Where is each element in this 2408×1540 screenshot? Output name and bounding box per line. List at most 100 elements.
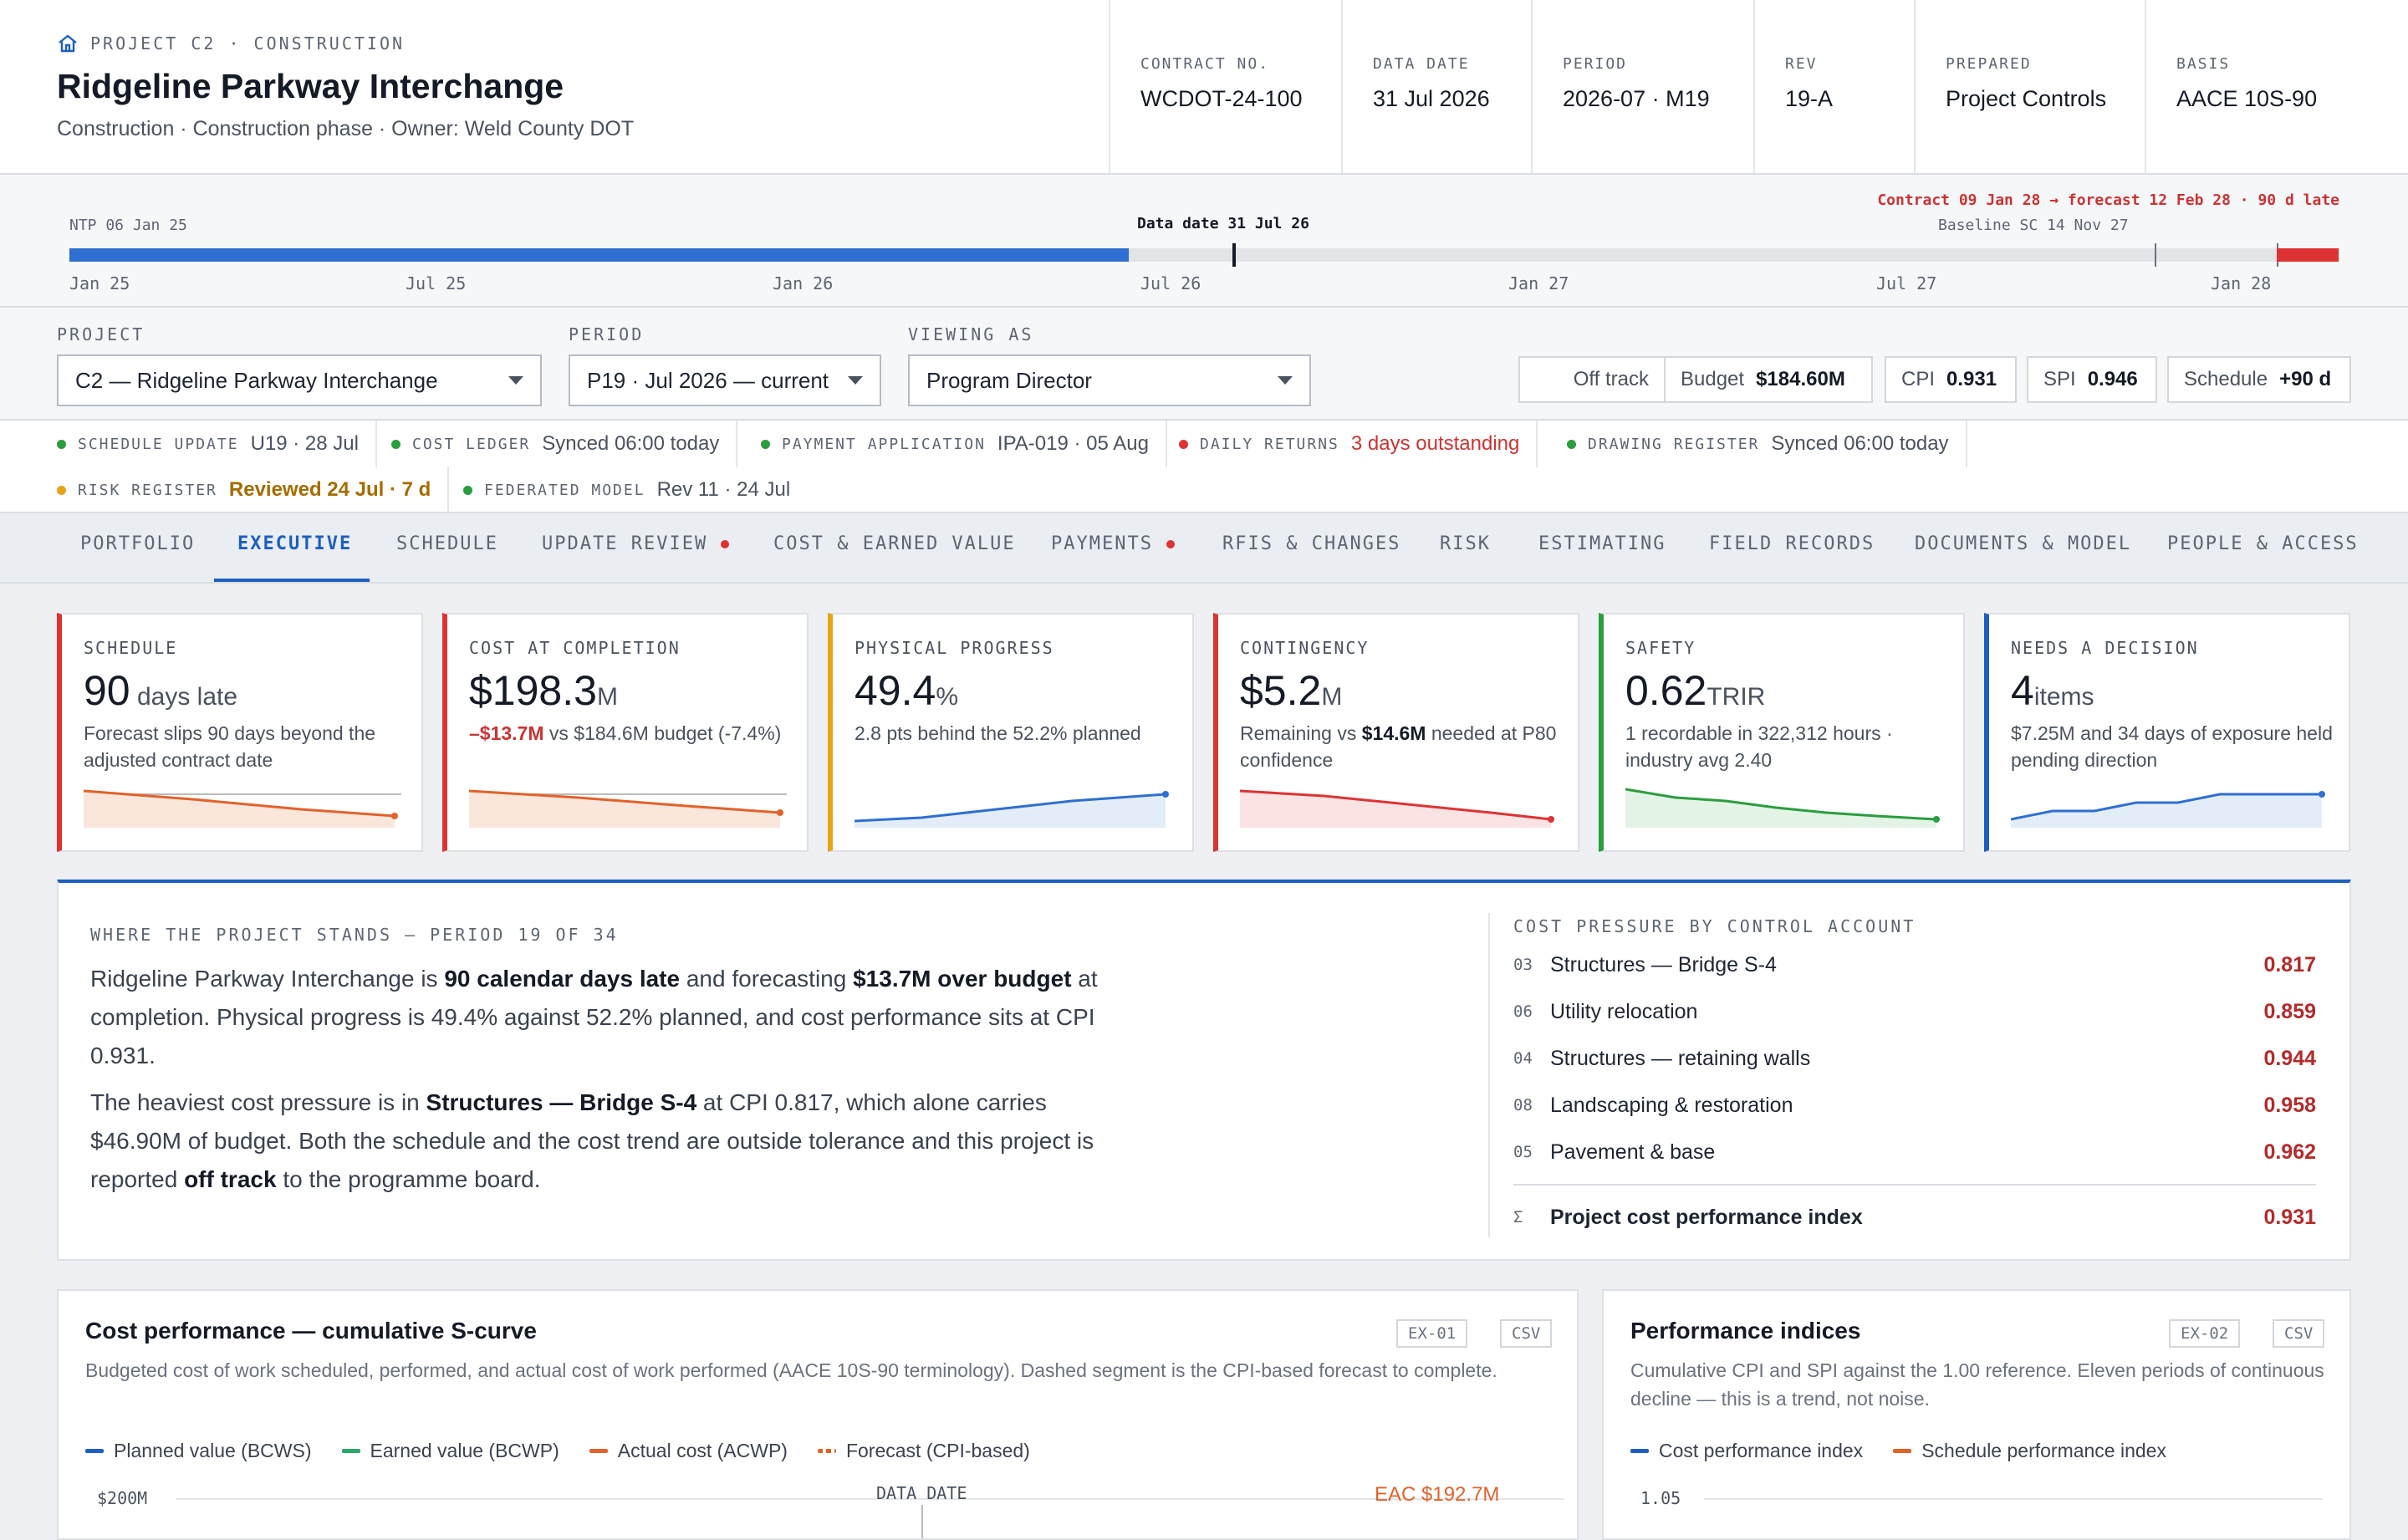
timeline-track [69, 243, 2339, 267]
chevron-down-icon [1278, 376, 1293, 385]
budget-pill: Budget $184.60M [1664, 356, 1873, 403]
card-title: Performance indices [1630, 1318, 1861, 1344]
performance-indices-card: Performance indices EX-02 CSV Cumulative… [1602, 1289, 2351, 1540]
meta-period: PERIOD 2026-07 · M19 [1531, 0, 1753, 173]
kpi-value: $5.2M [1240, 667, 1343, 714]
sync-cost-ledger[interactable]: COST LEDGER Synced 06:00 today [391, 421, 738, 467]
sync-daily-returns[interactable]: DAILY RETURNS 3 days outstanding [1179, 421, 1538, 467]
tab-estimating[interactable]: ESTIMATING [1538, 533, 1666, 554]
project-select[interactable]: C2 — Ridgeline Parkway Interchange [57, 354, 542, 406]
eac-annotation: EAC $192.7M [1375, 1483, 1500, 1506]
kpi-description: Forecast slips 90 days beyond the adjust… [84, 722, 376, 771]
tick-label: Jan 25 [69, 273, 130, 293]
tab-executive[interactable]: EXECUTIVE [237, 533, 352, 554]
summary-paragraph-2: The heaviest cost pressure is in Structu… [90, 1089, 1094, 1192]
tab-cost-earned-value[interactable]: COST & EARNED VALUE [773, 533, 1016, 554]
sync-payment-application[interactable]: PAYMENT APPLICATION IPA-019 · 05 Aug [761, 421, 1167, 467]
kpi-value: 90 days late [84, 667, 238, 714]
tab-payments[interactable]: PAYMENTS [1051, 533, 1175, 554]
kpi-schedule[interactable]: SCHEDULE 90 days late Forecast slips 90 … [57, 613, 423, 852]
sync-drawing-register[interactable]: DRAWING REGISTER Synced 06:00 today [1567, 421, 1967, 467]
status-dot-icon [1567, 439, 1576, 449]
spi-pill: SPI 0.946 [2027, 356, 2157, 403]
csv-export-button[interactable]: CSV [1500, 1319, 1553, 1348]
kpi-value: 0.62TRIR [1625, 667, 1766, 714]
control-account-row[interactable]: 04 Structures — retaining walls 0.944 [1513, 1042, 2316, 1075]
alert-dot-icon [1166, 540, 1175, 548]
baseline-marker [2155, 243, 2156, 267]
kpi-safety[interactable]: SAFETY 0.62TRIR 1 recordable in 322,312 … [1599, 613, 1965, 852]
control-account-row[interactable]: 05 Pavement & base 0.962 [1513, 1135, 2316, 1169]
meta-prepared: PREPARED Project Controls [1914, 0, 2145, 173]
tab-rfis-changes[interactable]: RFIS & CHANGES [1222, 533, 1400, 554]
late-segment [2277, 248, 2339, 262]
chevron-down-icon [848, 376, 863, 385]
project-select-value: C2 — Ridgeline Parkway Interchange [75, 367, 438, 393]
kpi-label: COST AT COMPLETION [469, 638, 681, 658]
data-date-label: Data date 31 Jul 26 [1137, 215, 1309, 232]
tick-label: Jan 27 [1508, 273, 1569, 293]
gridline [176, 1498, 1564, 1500]
legend-item: Forecast (CPI-based) [817, 1440, 1030, 1462]
kpi-sparkline [2011, 791, 2325, 828]
viewing-as-select[interactable]: Program Director [908, 354, 1311, 406]
s-curve-card: Cost performance — cumulative S-curve EX… [57, 1289, 1579, 1540]
y-axis-top-label: $200M [97, 1488, 148, 1508]
kpi-sparkline [469, 789, 787, 828]
control-account-row[interactable]: 03 Structures — Bridge S-4 0.817 [1513, 948, 2316, 982]
page-subtitle: Construction · Construction phase · Owne… [57, 117, 635, 140]
kpi-contingency[interactable]: CONTINGENCY $5.2M Remaining vs $14.6M ne… [1213, 613, 1579, 852]
kpi-value: 49.4% [855, 667, 959, 714]
eyebrow-text: PROJECT C2 · CONSTRUCTION [90, 33, 406, 54]
schedule-timeline: NTP 06 Jan 25 Data date 31 Jul 26 Baseli… [0, 175, 2408, 308]
summary-paragraph-1: Ridgeline Parkway Interchange is 90 cale… [90, 966, 1098, 1068]
home-icon [59, 34, 77, 53]
chart-legend: Planned value (BCWS) Earned value (BCWP)… [85, 1440, 1030, 1462]
active-tab-indicator [214, 579, 370, 582]
kpi-value: $198.3M [469, 667, 618, 714]
card-description: Cumulative CPI and SPI against the 1.00 … [1630, 1359, 2324, 1410]
data-date-line [921, 1505, 923, 1538]
tab-update-review[interactable]: UPDATE REVIEW [542, 533, 730, 554]
chevron-down-icon [508, 376, 523, 385]
baseline-label: Baseline SC 14 Nov 27 [1938, 217, 2129, 234]
kpi-needs-decision[interactable]: NEEDS A DECISION 4items $7.25M and 34 da… [1984, 613, 2350, 852]
legend-item: Earned value (BCWP) [341, 1440, 559, 1462]
tab-schedule[interactable]: SCHEDULE [396, 533, 498, 554]
kpi-description: 2.8 pts behind the 52.2% planned [855, 722, 1141, 744]
tick-label: Jul 26 [1140, 273, 1201, 293]
filter-bar: PROJECT C2 — Ridgeline Parkway Interchan… [0, 308, 2408, 421]
tab-portfolio[interactable]: PORTFOLIO [80, 533, 195, 554]
kpi-description: Remaining vs $14.6M needed at P80 confid… [1240, 722, 1557, 771]
page-header: PROJECT C2 · CONSTRUCTION Ridgeline Park… [0, 0, 2408, 175]
legend-item: Actual cost (ACWP) [589, 1440, 788, 1462]
sync-federated-model[interactable]: FEDERATED MODEL Rev 11 · 24 Jul [463, 467, 790, 513]
tab-risk[interactable]: RISK [1440, 533, 1491, 554]
section-tabs: PORTFOLIO EXECUTIVE SCHEDULE UPDATE REVI… [0, 513, 2408, 584]
meta-basis: BASIS AACE 10S-90 [2145, 0, 2408, 173]
viewing-label: VIEWING AS [908, 324, 1034, 344]
sync-schedule-update[interactable]: SCHEDULE UPDATE U19 · 28 Jul [57, 421, 377, 467]
kpi-label: CONTINGENCY [1240, 638, 1370, 658]
schedule-pill: Schedule +90 d [2167, 356, 2351, 403]
summary-heading: WHERE THE PROJECT STANDS — PERIOD 19 OF … [90, 925, 619, 945]
cpi-pill: CPI 0.931 [1885, 356, 2017, 403]
csv-export-button[interactable]: CSV [2273, 1319, 2325, 1348]
control-account-row[interactable]: 06 Utility relocation 0.859 [1513, 995, 2316, 1028]
control-account-row[interactable]: 08 Landscaping & restoration 0.958 [1513, 1089, 2316, 1122]
project-label: PROJECT [57, 324, 145, 344]
chart-id-badge: EX-02 [2169, 1319, 2241, 1348]
project-cpi-total-row: Σ Project cost performance index 0.931 [1513, 1205, 2316, 1229]
tab-people-access[interactable]: PEOPLE & ACCESS [2167, 533, 2359, 554]
panel-divider [1488, 913, 1490, 1237]
tab-documents-model[interactable]: DOCUMENTS & MODEL [1915, 533, 2131, 554]
tab-field-records[interactable]: FIELD RECORDS [1709, 533, 1875, 554]
progress-fill [69, 248, 1129, 262]
page-title: Ridgeline Parkway Interchange [57, 67, 564, 105]
data-source-strip: SCHEDULE UPDATE U19 · 28 Jul COST LEDGER S… [0, 421, 2408, 513]
meta-rev: REV 19-A [1753, 0, 1914, 173]
period-select[interactable]: P19 · Jul 2026 — current [569, 354, 881, 406]
kpi-physical-progress[interactable]: PHYSICAL PROGRESS 49.4% 2.8 pts behind t… [828, 613, 1194, 852]
sync-risk-register[interactable]: RISK REGISTER Reviewed 24 Jul · 7 d [57, 467, 450, 513]
kpi-cost-at-completion[interactable]: COST AT COMPLETION $198.3M –$13.7M vs $1… [442, 613, 809, 852]
